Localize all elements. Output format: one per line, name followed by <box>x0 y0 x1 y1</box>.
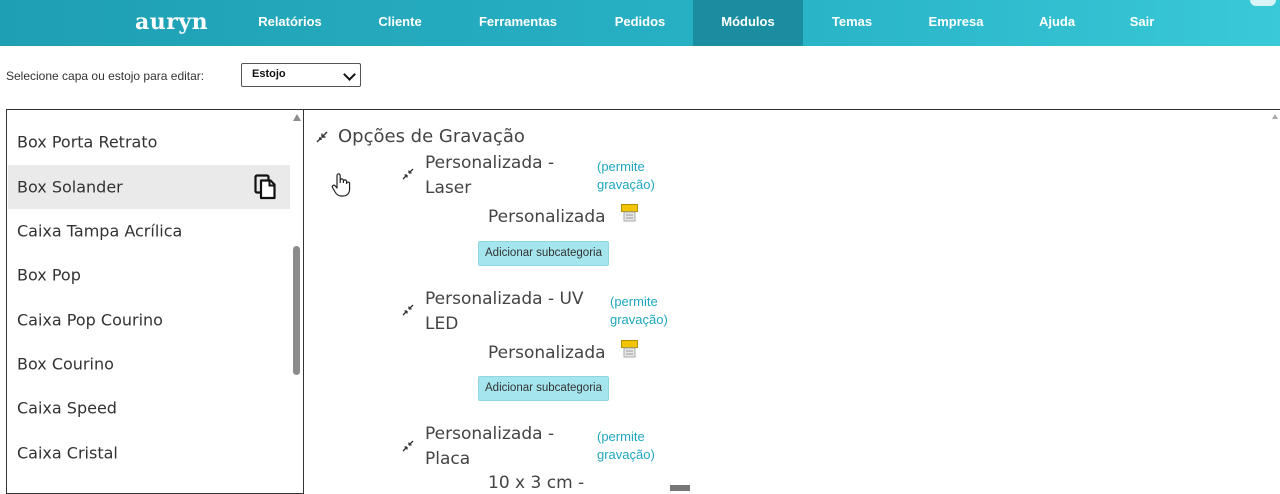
collapse-icon[interactable] <box>316 131 328 143</box>
nav-ferramentas[interactable]: Ferramentas <box>466 0 570 46</box>
add-subcategory-button[interactable]: Adicionar subcategoria <box>478 376 609 401</box>
scroll-up-arrow-icon[interactable] <box>293 114 301 121</box>
engraving-tag: (permite gravação) <box>597 158 655 194</box>
nav-relatorios[interactable]: Relatórios <box>246 0 334 46</box>
engraving-tag-line: (permite <box>597 159 645 174</box>
copy-icon[interactable] <box>254 174 276 200</box>
category-name-line: LED <box>425 314 459 334</box>
top-corner-decoration <box>1250 0 1276 6</box>
engraving-tag-line: gravação) <box>597 447 655 462</box>
nav-temas[interactable]: Temas <box>819 0 885 46</box>
sidebar-item-label: Box Courino <box>17 354 114 374</box>
engraving-tag: (permite gravação) <box>597 428 655 464</box>
top-navigation-bar: auryn Relatórios Cliente Ferramentas Ped… <box>0 0 1280 46</box>
thumbnail-icon[interactable] <box>670 485 690 491</box>
engraving-tag-line: (permite <box>610 294 658 309</box>
sidebar-item-label: Caixa Cristal <box>17 443 118 463</box>
scrollbar-thumb[interactable] <box>293 246 300 375</box>
nav-pedidos[interactable]: Pedidos <box>603 0 677 46</box>
engraving-tag-line: gravação) <box>597 177 655 192</box>
nav-ajuda[interactable]: Ajuda <box>1028 0 1086 46</box>
sidebar-scrollbar[interactable] <box>291 110 303 493</box>
subcategory-name[interactable]: Personalizada <box>488 343 606 363</box>
add-subcategory-button[interactable]: Adicionar subcategoria <box>478 241 609 266</box>
sidebar-item[interactable]: Box Porta Retrato <box>8 120 290 164</box>
sidebar-item[interactable]: Caixa Tampa Acrílica <box>8 209 290 253</box>
select-value: Estojo <box>252 68 286 80</box>
section-title: Opções de Gravação <box>338 126 525 147</box>
collapse-icon[interactable] <box>402 304 414 316</box>
sidebar-item[interactable]: Box Courino <box>8 342 290 386</box>
product-type-select[interactable]: Estojo <box>241 63 361 87</box>
subcategory-name[interactable]: 10 x 3 cm - <box>488 473 584 493</box>
category-name-line: Personalizada - <box>425 424 555 444</box>
nav-modulos[interactable]: Módulos <box>693 0 803 46</box>
collapse-icon[interactable] <box>402 168 414 180</box>
thumbnail-icon[interactable] <box>621 340 638 358</box>
selector-label: Selecione capa ou estojo para editar: <box>6 69 205 83</box>
sidebar-item-label: Box Porta Retrato <box>17 132 158 152</box>
category-name-line: Laser <box>425 178 472 198</box>
sidebar-item[interactable]: Caixa Cristal <box>8 431 290 475</box>
options-panel: Opções de Gravação Personalizada - Laser… <box>303 109 1280 494</box>
sidebar-item-label: Box Pop <box>17 265 81 285</box>
category-name[interactable]: Personalizada - Laser <box>425 151 554 201</box>
sidebar-item-label: Caixa Pop Courino <box>17 310 163 330</box>
sidebar-item-selected[interactable]: Box Solander <box>8 165 290 209</box>
nav-cliente[interactable]: Cliente <box>366 0 434 46</box>
category-name[interactable]: Personalizada - Placa <box>425 422 554 472</box>
sidebar-item[interactable]: Box Pop <box>8 253 290 297</box>
nav-sair[interactable]: Sair <box>1118 0 1166 46</box>
category-name[interactable]: Personalizada - UV LED <box>425 287 584 337</box>
engraving-tag-line: gravação) <box>610 312 668 327</box>
hand-cursor-icon <box>331 173 351 197</box>
engraving-tag: (permite gravação) <box>610 293 668 329</box>
engraving-tag-line: (permite <box>597 429 645 444</box>
scroll-up-arrow-icon[interactable] <box>1272 114 1278 119</box>
product-list-panel: Box Porta Retrato Box Solander Caixa Tam… <box>6 109 303 494</box>
sidebar-item-label: Caixa Tampa Acrílica <box>17 221 183 241</box>
sidebar-item[interactable]: Caixa Pop Courino <box>8 298 290 342</box>
brand-logo[interactable]: auryn <box>135 9 208 35</box>
subcategory-name[interactable]: Personalizada <box>488 207 606 227</box>
thumbnail-icon[interactable] <box>621 204 638 222</box>
collapse-icon[interactable] <box>402 440 414 452</box>
chevron-down-icon <box>343 68 356 81</box>
sidebar-item-label: Caixa Speed <box>17 398 117 418</box>
nav-empresa[interactable]: Empresa <box>916 0 996 46</box>
sidebar-item[interactable]: Caixa Speed <box>8 386 290 430</box>
category-name-line: Personalizada - <box>425 153 555 173</box>
category-name-line: Placa <box>425 449 471 469</box>
sidebar-item-label: Box Solander <box>17 177 123 197</box>
category-name-line: Personalizada - UV <box>425 289 584 309</box>
